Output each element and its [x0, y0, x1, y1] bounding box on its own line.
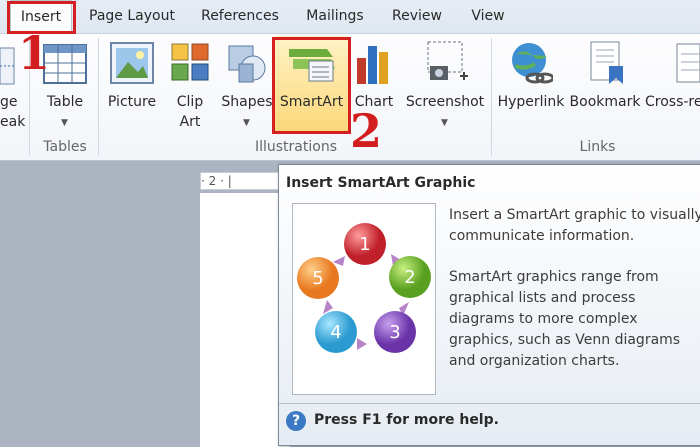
chevron-down-icon: ▼: [243, 118, 250, 128]
cross-reference-label: Cross-re: [645, 94, 700, 110]
clip-art-button[interactable]: Clip Art: [164, 36, 216, 136]
cross-reference-icon: [676, 43, 700, 83]
tooltip-desc-line: and organization charts.: [449, 353, 620, 369]
ribbon-tab-bar: Insert Page Layout References Mailings R…: [0, 0, 700, 34]
help-icon: ?: [286, 411, 306, 431]
tab-mailings[interactable]: Mailings: [298, 0, 372, 33]
group-separator: [491, 38, 492, 156]
cycle-diagram-icon: 1 2 3 4 5: [297, 223, 431, 353]
tab-review[interactable]: Review: [384, 0, 450, 33]
page-break-icon: [0, 47, 15, 85]
tab-view[interactable]: View: [462, 0, 514, 33]
screenshot-button[interactable]: Screenshot ▼: [402, 36, 488, 136]
chevron-down-icon: ▼: [441, 118, 448, 128]
hyperlink-label: Hyperlink: [497, 94, 565, 110]
screenshot-label: Screenshot: [405, 94, 485, 110]
annotation-step-1: 1: [18, 26, 51, 80]
annotation-box-smartart: [272, 37, 351, 134]
tab-references[interactable]: References: [192, 0, 288, 33]
clip-art-label-1: Clip: [176, 94, 204, 110]
smartart-tooltip: Insert SmartArt Graphic 1 2 3 4 5 Insert…: [278, 164, 700, 446]
tooltip-desc-line: graphical lists and process: [449, 290, 636, 306]
tooltip-help-text: Press F1 for more help.: [314, 412, 499, 428]
tooltip-desc-line: graphics, such as Venn diagrams: [449, 332, 681, 348]
picture-icon: [110, 42, 154, 84]
tab-page-layout[interactable]: Page Layout: [82, 0, 182, 33]
table-label: Table: [46, 94, 84, 110]
group-label-links: Links: [579, 139, 616, 155]
page-break-label-2: eak: [0, 114, 26, 130]
picture-label: Picture: [107, 94, 157, 110]
tooltip-desc-line: SmartArt graphics range from: [449, 269, 659, 285]
shapes-label: Shapes: [221, 94, 273, 110]
tooltip-title: Insert SmartArt Graphic: [286, 175, 476, 191]
chart-icon: [357, 46, 388, 84]
hyperlink-icon: [512, 43, 553, 84]
group-separator: [98, 38, 99, 156]
tooltip-desc-line: diagrams to more complex: [449, 311, 638, 327]
annotation-step-2: 2: [350, 104, 383, 158]
group-label-illustrations: Illustrations: [254, 139, 337, 155]
clip-art-icon: [171, 43, 209, 81]
shapes-button[interactable]: Shapes ▼: [220, 36, 274, 136]
group-label-tables: Tables: [43, 139, 87, 155]
document-page[interactable]: [200, 193, 290, 447]
cycle-step-1: 1: [359, 234, 370, 255]
screenshot-icon: [427, 41, 468, 80]
cycle-step-4: 4: [330, 322, 341, 343]
chevron-down-icon: ▼: [61, 118, 68, 128]
shapes-icon: [228, 45, 266, 83]
picture-button[interactable]: Picture: [104, 36, 160, 136]
tooltip-desc-line: communicate information.: [449, 228, 635, 244]
tooltip-desc-line: Insert a SmartArt graphic to visually: [449, 207, 700, 223]
cycle-step-5: 5: [312, 268, 323, 289]
clip-art-label-2: Art: [179, 114, 201, 130]
bookmark-icon: [590, 41, 623, 84]
tooltip-divider: [279, 403, 700, 404]
page-break-label-1: ge: [0, 94, 18, 110]
cycle-step-2: 2: [404, 267, 415, 288]
smartart-preview-image: 1 2 3 4 5: [292, 203, 436, 395]
bookmark-button[interactable]: Bookmark: [567, 36, 643, 136]
cycle-step-3: 3: [389, 322, 400, 343]
cross-reference-button[interactable]: Cross-re: [645, 36, 700, 136]
hyperlink-button[interactable]: Hyperlink: [495, 36, 567, 136]
bookmark-label: Bookmark: [569, 94, 641, 110]
